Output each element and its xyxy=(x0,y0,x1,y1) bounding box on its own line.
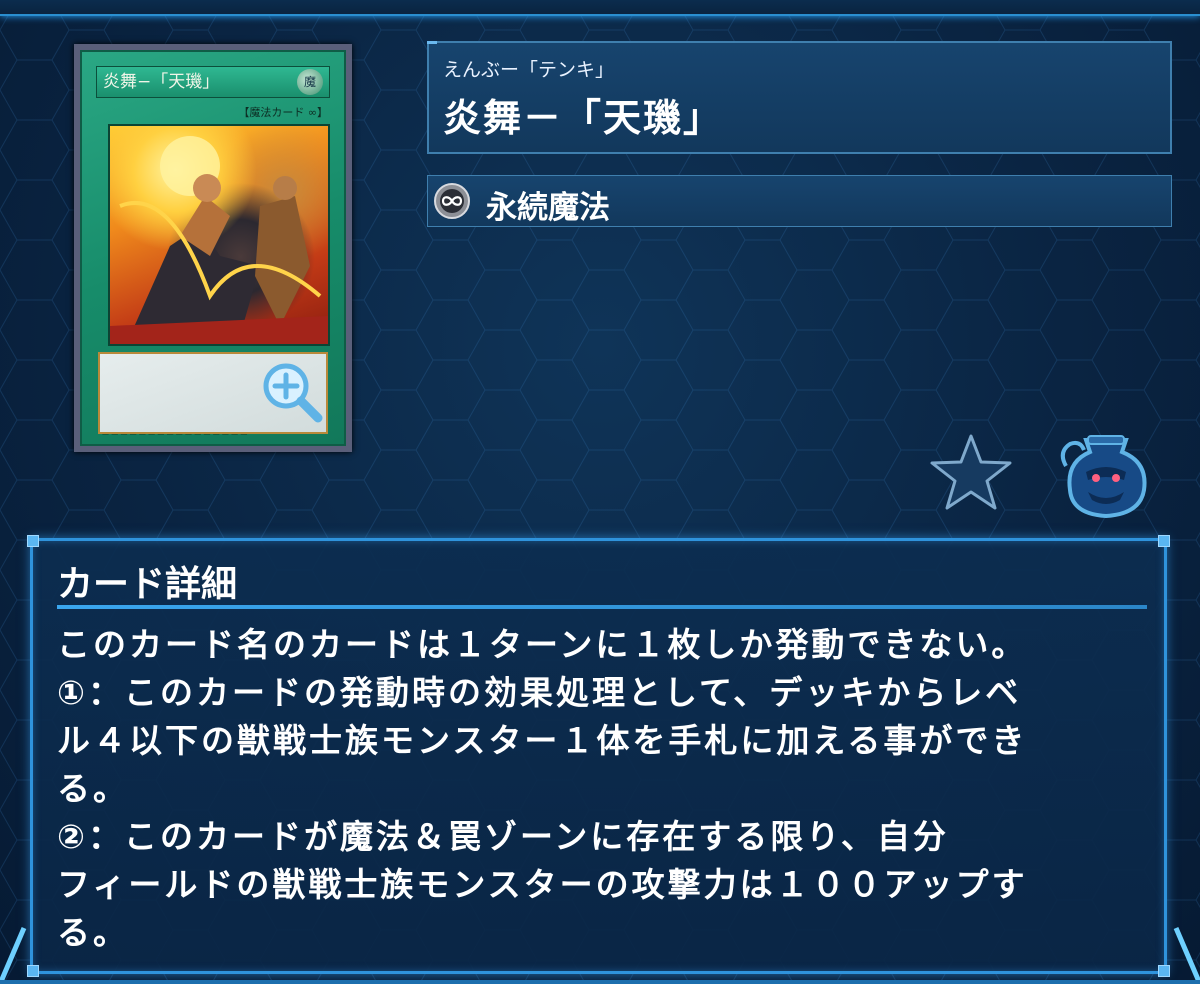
details-title: カード詳細 xyxy=(57,564,238,605)
bottom-rail xyxy=(0,980,1200,984)
card-details-panel: カード詳細 このカード名のカードは１ターンに１枚しか発動できない。 ①：このカー… xyxy=(27,535,1170,977)
top-rail xyxy=(0,0,1200,16)
panel-corner xyxy=(27,535,39,547)
details-divider xyxy=(57,605,1147,609)
effect-line: このカード名のカードは１ターンに１枚しか発動できない。 xyxy=(57,625,1028,664)
magnify-plus-icon[interactable] xyxy=(260,360,324,424)
effect-line: フィールドの獣戦士族モンスターの攻撃力は１００アップす xyxy=(57,865,1028,904)
edge-glow-left xyxy=(0,927,27,984)
card-attribute-icon: 魔 xyxy=(297,69,323,95)
card-type-panel: 永続魔法 xyxy=(427,175,1172,227)
card-effect-text: このカード名のカードは１ターンに１枚しか発動できない。 ①：このカードの発動時の… xyxy=(57,621,1147,957)
card-thumbnail-name: 炎舞−「天璣」 魔 xyxy=(96,66,330,98)
card-type-label: 永続魔法 xyxy=(486,190,610,226)
panel-corner xyxy=(1158,535,1170,547)
effect-line: ②：このカードが魔法＆罠ゾーンに存在する限り、自分 xyxy=(57,817,949,856)
effect-line: ①：このカードの発動時の効果処理として、デッキからレベ xyxy=(57,673,1022,712)
pot-of-greed-icon[interactable] xyxy=(1058,432,1154,518)
card-name: 炎舞－「天璣」 xyxy=(443,96,724,140)
card-footer: — — — — — — — — — — — — — — — — xyxy=(102,430,248,438)
effect-line: ル４以下の獣戦士族モンスター１体を手札に加える事ができ xyxy=(57,721,1028,760)
card-artwork-figures xyxy=(110,136,328,344)
edge-glow-right xyxy=(1173,927,1200,984)
star-icon[interactable] xyxy=(928,432,1014,512)
card-name-panel: えんぶー「テンキ」 炎舞－「天璣」 xyxy=(427,41,1172,154)
continuous-infinity-icon xyxy=(434,183,470,219)
card-thumbnail-name-text: 炎舞−「天璣」 xyxy=(103,72,220,92)
effect-line: る。 xyxy=(57,769,129,808)
card-image[interactable]: 炎舞−「天璣」 魔 【魔法カード ∞】 — — — — — — — — — — … xyxy=(74,44,352,452)
card-artwork xyxy=(108,124,330,346)
card-thumbnail-typeline: 【魔法カード ∞】 xyxy=(238,106,328,119)
effect-line: る。 xyxy=(57,913,129,952)
card-name-reading: えんぶー「テンキ」 xyxy=(443,59,615,81)
